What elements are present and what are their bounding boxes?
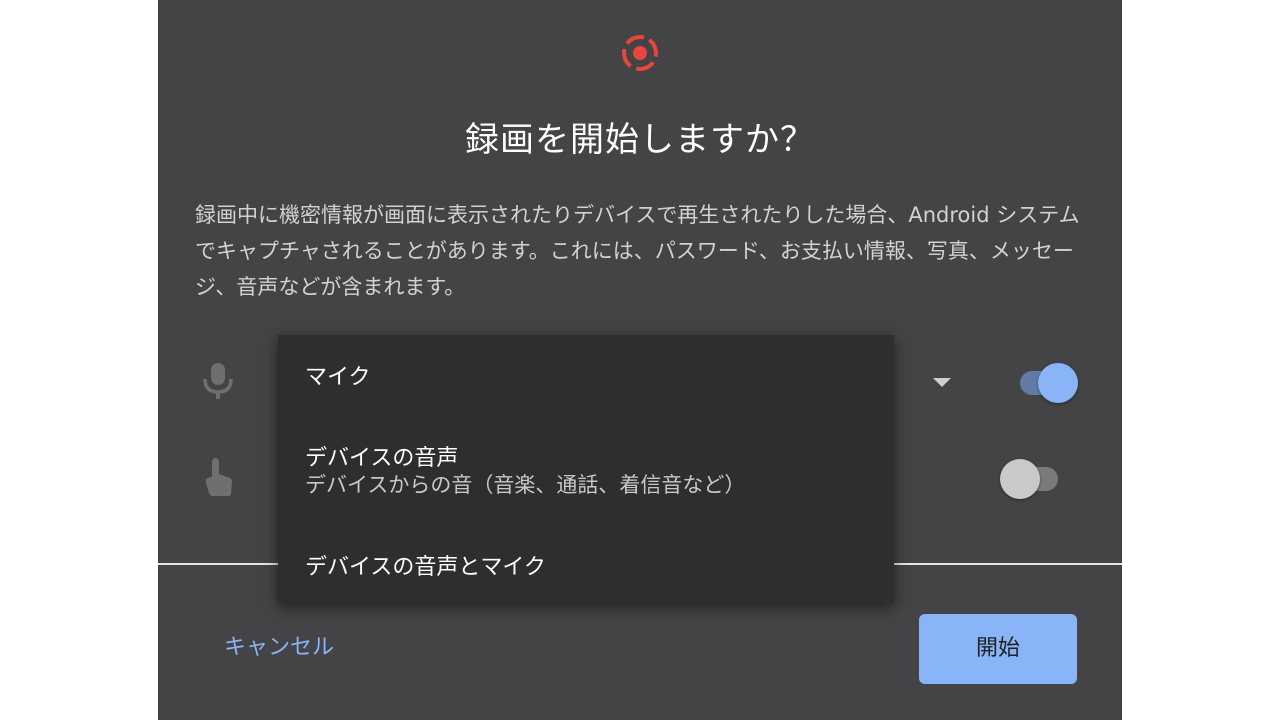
mic-icon xyxy=(203,363,233,399)
audio-source-menu: マイク デバイスの音声 デバイスからの音（音楽、通話、着信音など） デバイスの音… xyxy=(278,335,894,603)
dialog-title: 録画を開始しますか？ xyxy=(465,120,815,160)
screen: 録画を開始しますか？ 録画中に機密情報が画面に表示されたりデバイスで再生されたり… xyxy=(0,0,1280,720)
dialog-description: 録画中に機密情報が画面に表示されたりデバイスで再生されたりした場合、Androi… xyxy=(195,203,1080,299)
menu-item-label: マイク xyxy=(305,365,371,390)
record-audio-toggle[interactable] xyxy=(1016,362,1078,403)
cancel-button[interactable]: キャンセル xyxy=(210,620,348,676)
menu-item-label: デバイスの音声とマイク xyxy=(305,555,546,580)
toggle-thumb xyxy=(1038,363,1078,403)
screen-record-icon xyxy=(622,35,658,71)
menu-item-microphone[interactable]: マイク xyxy=(278,335,894,415)
menu-item-device-audio-and-mic[interactable]: デバイスの音声とマイク xyxy=(278,525,894,603)
menu-item-label: デバイスの音声 xyxy=(305,446,459,471)
toggle-thumb xyxy=(1000,459,1040,499)
audio-source-dropdown-arrow[interactable] xyxy=(933,378,951,387)
touch-icon xyxy=(205,458,232,496)
show-touches-toggle[interactable] xyxy=(1000,458,1062,499)
menu-item-device-audio[interactable]: デバイスの音声 デバイスからの音（音楽、通話、着信音など） xyxy=(278,415,894,525)
start-button[interactable]: 開始 xyxy=(919,614,1077,684)
menu-item-sublabel: デバイスからの音（音楽、通話、着信音など） xyxy=(305,473,746,497)
